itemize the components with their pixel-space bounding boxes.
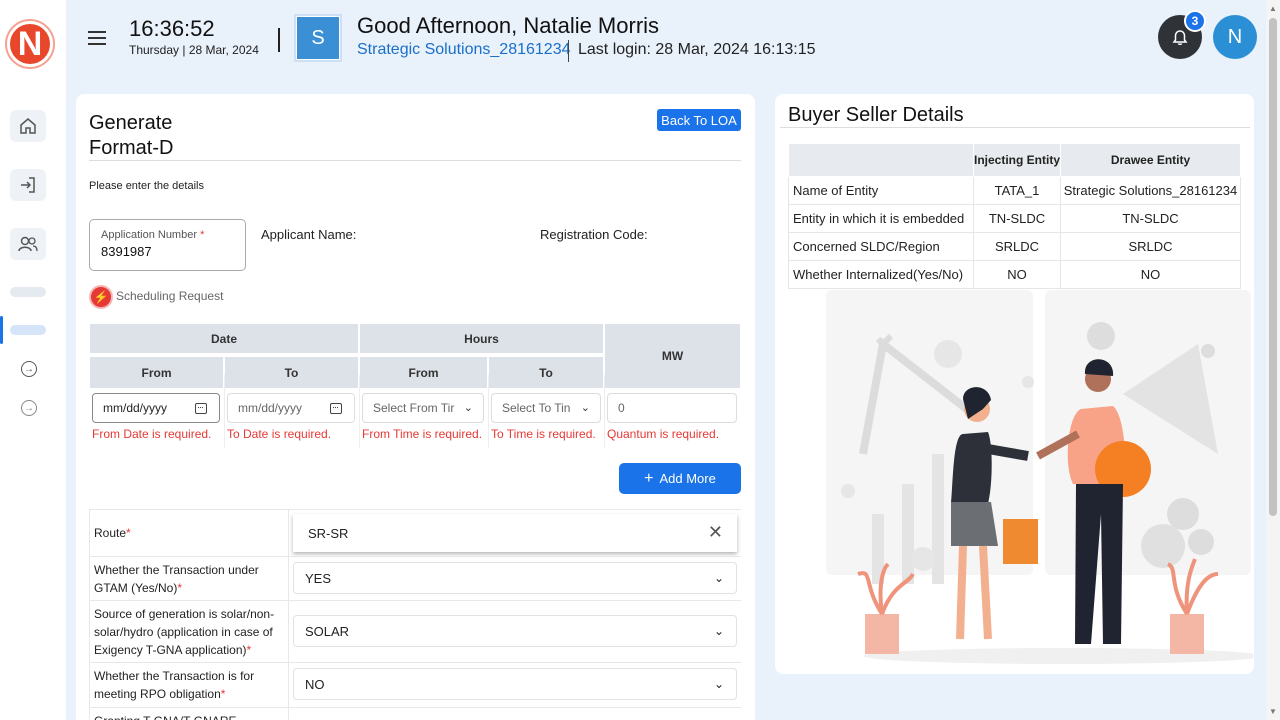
error-message: To Time is required.	[491, 427, 596, 441]
registration-code-label: Registration Code:	[540, 227, 648, 242]
divider	[89, 160, 741, 161]
chevron-down-icon: ⌄	[713, 571, 724, 585]
buyer-seller-card: Buyer Seller Details Injecting Entity Dr…	[775, 94, 1254, 674]
calendar-icon[interactable]	[195, 403, 207, 414]
users-icon	[18, 236, 38, 252]
scroll-thumb[interactable]	[1269, 18, 1277, 516]
sidebar-item-home[interactable]	[10, 110, 46, 142]
notification-badge: 3	[1184, 10, 1206, 32]
date-to-header: To	[224, 356, 359, 389]
user-avatar[interactable]: N	[1213, 15, 1257, 59]
rpo-row: Whether the Transaction is for meeting R…	[89, 662, 741, 707]
hours-from-header: From	[359, 356, 488, 389]
section-title: Buyer Seller Details	[788, 104, 964, 126]
to-date-input[interactable]: mm/dd/yyyy	[227, 393, 355, 423]
org-name[interactable]: Strategic Solutions_28161234	[357, 41, 571, 59]
scheduling-grid: Date Hours MW From To From To mm/dd/yyyy…	[89, 323, 741, 448]
sidebar-item-login[interactable]	[10, 169, 46, 201]
bell-icon	[1172, 30, 1188, 45]
add-more-button[interactable]: + Add More	[619, 463, 741, 494]
mw-header: MW	[604, 323, 741, 389]
chevron-down-icon: ⌄	[713, 624, 724, 638]
lightning-icon: ⚡	[89, 285, 113, 309]
page-title: Generate Format-D	[89, 112, 174, 159]
table-row: Entity in which it is embedded TN-SLDC T…	[788, 204, 1241, 233]
scrollbar[interactable]: ▲ ▼	[1266, 0, 1280, 720]
rpo-select[interactable]: NO ⌄	[293, 668, 737, 700]
divider	[278, 28, 280, 52]
clock-date: Thursday | 28 Mar, 2024	[129, 43, 259, 57]
applicant-name-label: Applicant Name:	[261, 227, 357, 242]
sidebar: N → →	[0, 0, 66, 720]
chevron-down-icon: ⌄	[463, 402, 473, 414]
header: 16:36:52 Thursday | 28 Mar, 2024 S Good …	[66, 0, 1266, 92]
from-date-input[interactable]: mm/dd/yyyy	[92, 393, 220, 423]
sidebar-item-placeholder[interactable]	[10, 287, 46, 297]
source-select[interactable]: SOLAR ⌄	[293, 615, 737, 647]
route-row: Route * SR-SR ✕	[89, 509, 741, 556]
gtam-select[interactable]: YES ⌄	[293, 562, 737, 594]
date-header: Date	[89, 323, 359, 354]
hours-to-header: To	[488, 356, 604, 389]
clock-time: 16:36:52	[129, 16, 215, 41]
sidebar-item-users[interactable]	[10, 228, 46, 260]
login-icon	[21, 177, 35, 193]
source-row: Source of generation is solar/non-solar/…	[89, 600, 741, 662]
route-select[interactable]: SR-SR ✕	[293, 514, 737, 552]
error-message: Quantum is required.	[607, 427, 720, 441]
divider	[780, 127, 1250, 128]
table-header-row: Injecting Entity Drawee Entity	[788, 143, 1241, 177]
arrow-circle-icon[interactable]: →	[21, 361, 37, 377]
arrow-circle-icon[interactable]: →	[21, 400, 37, 416]
form-instructions: Please enter the details	[89, 180, 204, 192]
error-message: To Date is required.	[227, 427, 332, 441]
last-login: Last login: 28 Mar, 2024 16:13:15	[578, 41, 816, 58]
error-message: From Time is required.	[362, 427, 483, 441]
table-row: Concerned SLDC/Region SRLDC SRLDC	[788, 232, 1241, 261]
gtam-row: Whether the Transaction under GTAM (Yes/…	[89, 556, 741, 600]
chevron-down-icon: ⌄	[580, 402, 590, 414]
app-logo[interactable]: N	[7, 21, 53, 67]
menu-icon[interactable]	[88, 31, 106, 49]
chevron-down-icon: ⌄	[713, 677, 724, 691]
scroll-up-icon[interactable]: ▲	[1269, 4, 1277, 13]
divider	[568, 40, 569, 62]
sidebar-item-active[interactable]	[10, 325, 46, 335]
close-icon[interactable]: ✕	[708, 522, 723, 543]
mw-input[interactable]: 0	[607, 393, 737, 423]
plus-icon: +	[644, 469, 654, 487]
table-row: Name of Entity TATA_1 Strategic Solution…	[788, 176, 1241, 205]
hours-header: Hours	[359, 323, 604, 354]
home-icon	[20, 118, 36, 134]
active-indicator	[0, 316, 3, 344]
from-time-select[interactable]: Select From Tir ⌄	[362, 393, 484, 423]
handshake-illustration	[826, 290, 1253, 664]
buyer-seller-table: Injecting Entity Drawee Entity Name of E…	[788, 143, 1241, 289]
granting-row: Granting T-GNA/T-GNARE exigency	[89, 707, 741, 720]
format-d-card: Generate Format-D Back To LOA Please ente…	[76, 94, 755, 720]
scheduling-request-label: Scheduling Request	[116, 289, 224, 303]
greeting: Good Afternoon, Natalie Morris	[357, 13, 660, 38]
error-message: From Date is required.	[92, 427, 212, 441]
application-number-field[interactable]: Application Number * 8391987	[89, 219, 246, 271]
calendar-icon[interactable]	[330, 403, 342, 414]
org-avatar: S	[294, 14, 342, 62]
to-time-select[interactable]: Select To Tin ⌄	[491, 393, 601, 423]
scroll-down-icon[interactable]: ▼	[1269, 707, 1277, 716]
date-from-header: From	[89, 356, 224, 389]
back-to-loa-button[interactable]: Back To LOA	[657, 109, 741, 131]
